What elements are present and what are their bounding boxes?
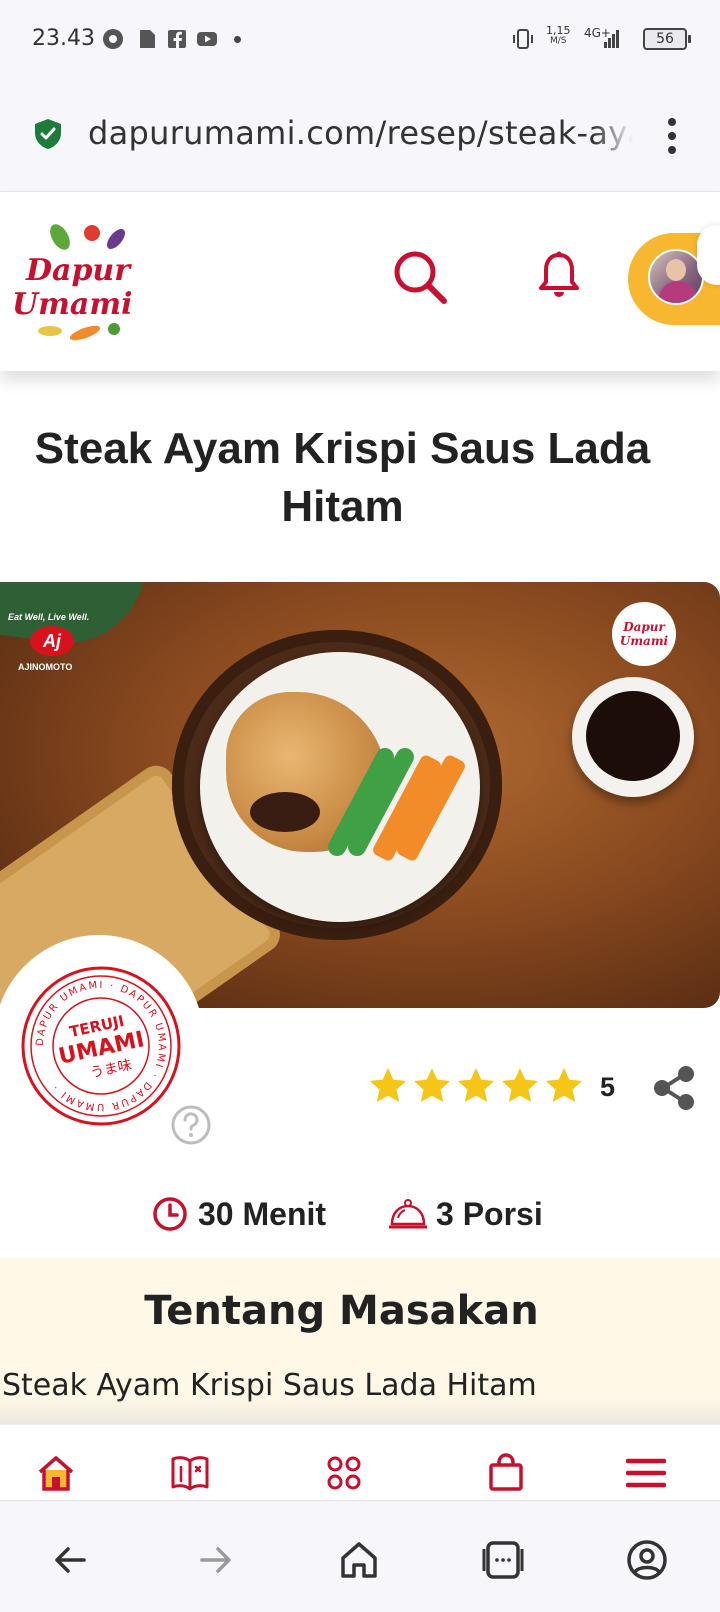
cook-time: 30 Menit (198, 1196, 327, 1232)
shield-check-icon[interactable] (34, 118, 62, 150)
vegetables-decoration-bottom (38, 323, 120, 341)
ajinomoto-mark: Aj (30, 626, 74, 656)
browser-bottom-nav (0, 1500, 720, 1612)
floating-widget[interactable] (697, 225, 720, 285)
image-watermark-badge: Dapur Umami (612, 602, 676, 666)
share-icon[interactable] (652, 1065, 696, 1111)
network-speed: 1,15 M/S (546, 25, 571, 47)
url-field[interactable]: dapurumami.com/resep/steak-ayam (88, 114, 633, 152)
servings: 3 Porsi (436, 1196, 543, 1232)
battery-indicator: 56 (643, 28, 691, 50)
site-header: Dapur Umami (0, 193, 720, 371)
teruji-umami-stamp: DAPUR UMAMI · DAPUR UMAMI · DAPUR UMAMI … (21, 966, 181, 1126)
vibrate-icon (513, 29, 533, 49)
serving-cloche-icon (389, 1199, 427, 1229)
forward-icon[interactable] (194, 1539, 236, 1581)
home-icon[interactable] (36, 1453, 76, 1493)
recipe-title: Steak Ayam Krispi Saus Lada Hitam (34, 424, 651, 531)
home-icon[interactable] (338, 1539, 380, 1581)
signal-icon (604, 30, 619, 48)
sauce-bowl (572, 677, 694, 797)
star-icon (502, 1068, 538, 1102)
shopping-bag-icon[interactable] (486, 1453, 526, 1493)
browser-url-bar: dapurumami.com/resep/steak-ayam (0, 82, 720, 192)
net-speed-unit: M/S (549, 36, 567, 46)
star-icon (458, 1068, 494, 1102)
dapur-umami-logo[interactable]: Dapur Umami (10, 213, 138, 343)
back-icon[interactable] (50, 1539, 92, 1581)
youtube-icon (197, 32, 217, 46)
about-fade (0, 1398, 720, 1424)
status-bar: 23.43 1,15 M/S 4G+ 56 (0, 0, 720, 82)
tabs-icon[interactable] (482, 1539, 524, 1581)
document-icon (140, 30, 155, 48)
net-speed-value: 1,15 (546, 24, 571, 37)
badge-line1: Dapur (623, 620, 665, 634)
logo-text-dapur: Dapur (26, 253, 131, 288)
more-vert-icon[interactable] (660, 116, 684, 156)
status-time: 23.43 (32, 26, 95, 51)
help-icon[interactable] (170, 1104, 212, 1146)
rating-stars (368, 1066, 584, 1110)
recipe-book-icon[interactable] (170, 1453, 210, 1493)
badge-line2: Umami (619, 634, 669, 648)
menu-icon[interactable] (626, 1453, 666, 1493)
clock-icon (153, 1197, 187, 1231)
star-icon (414, 1068, 450, 1102)
star-icon (370, 1068, 406, 1102)
vegetables-decoration (50, 224, 125, 250)
ajinomoto-name: AJINOMOTO (18, 662, 73, 672)
ajinomoto-tagline: Eat Well, Live Well. (8, 612, 90, 622)
search-icon[interactable] (392, 249, 448, 305)
notification-dot (234, 36, 241, 43)
bell-icon[interactable] (538, 251, 580, 299)
site-bottom-nav (0, 1424, 720, 1500)
about-section: Tentang Masakan Steak Ayam Krispi Saus L… (0, 1258, 720, 1424)
pepper-sauce (250, 792, 320, 832)
about-title: Tentang Masakan (144, 1288, 539, 1334)
star-icon (546, 1068, 582, 1102)
avatar[interactable] (648, 249, 704, 305)
grid-icon[interactable] (324, 1453, 364, 1493)
logo-text-umami: Umami (12, 287, 133, 322)
ajinomoto-logo: Eat Well, Live Well. Aj AJINOMOTO (4, 596, 100, 672)
facebook-icon (168, 30, 186, 48)
account-icon[interactable] (626, 1539, 668, 1581)
rating-value: 5 (600, 1072, 616, 1102)
screen-record-icon (103, 29, 123, 49)
